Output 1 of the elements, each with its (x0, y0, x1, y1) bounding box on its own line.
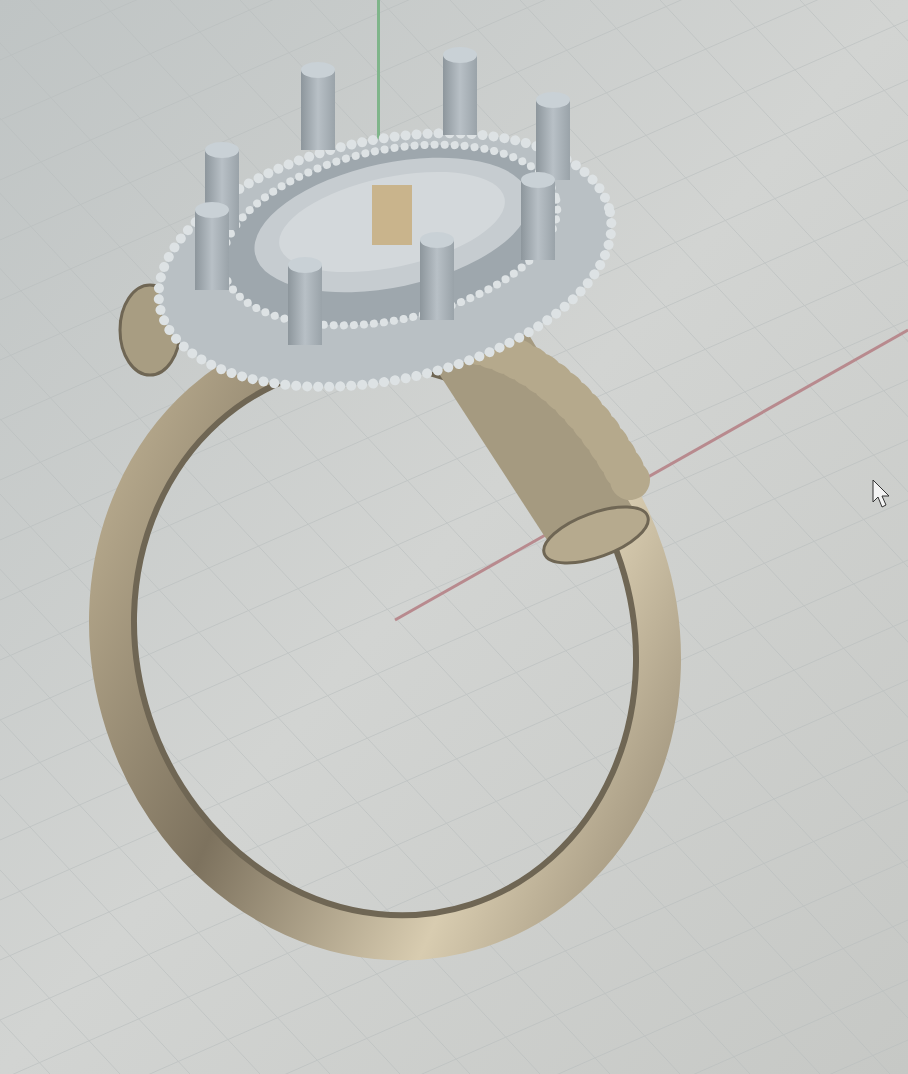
cursor-icon (872, 479, 890, 508)
